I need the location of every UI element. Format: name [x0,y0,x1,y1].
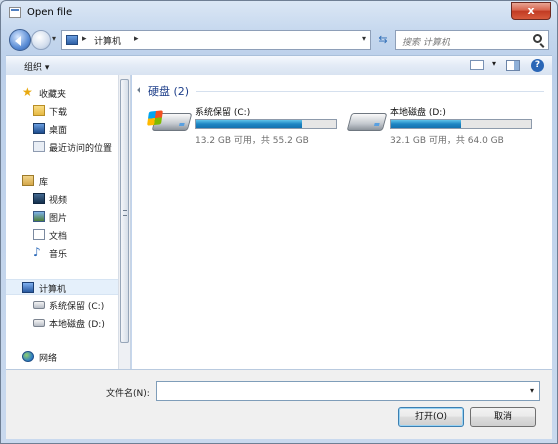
group-divider [196,91,544,92]
preview-pane-icon[interactable] [506,60,520,71]
sidebar-item-documents[interactable]: 文档 [6,227,118,243]
sidebar-item-recent-places[interactable]: 最近访问的位置 [6,139,118,155]
back-button[interactable] [9,29,31,51]
organize-menu[interactable]: 组织 ▾ [24,60,49,73]
sidebar-item-drive-c[interactable]: 系统保留 (C:) [6,297,118,313]
sidebar-item-label: 最近访问的位置 [49,144,113,154]
view-dropdown-icon[interactable]: ▾ [492,59,496,68]
libraries-icon [22,175,34,186]
drive-name: 系统保留 (C:) [195,108,251,118]
refresh-button[interactable]: ⇆ [373,30,393,50]
sidebar-item-favorites[interactable]: ★ 收藏夹 [6,85,118,101]
window-title: Open file [27,7,73,18]
change-view-icon[interactable] [470,60,484,70]
cancel-button[interactable]: 取消 [470,407,536,427]
drive-usage-bar [390,119,532,129]
navigation-bar: ▾ ▸ 计算机 ▸ ▾ ⇆ 搜索 计算机 [1,25,557,53]
sidebar-item-label: 下载 [49,108,68,118]
sidebar-item-libraries[interactable]: 库 [6,173,118,189]
sidebar-item-label: 计算机 [39,285,67,295]
star-icon: ★ [22,85,33,99]
sidebar-item-videos[interactable]: 视频 [6,191,118,207]
recent-places-icon [33,141,45,152]
open-file-dialog: Open file x ▾ ▸ 计算机 ▸ ▾ ⇆ 搜索 计算机 组织 ▾ ▾ … [0,0,558,444]
hard-drive-icon [346,113,388,131]
drive-icon [33,301,45,309]
sidebar-item-label: 系统保留 (C:) [49,302,105,312]
recent-pages-dropdown[interactable]: ▾ [52,34,56,43]
computer-icon [66,35,78,45]
drive-usage-bar [195,119,337,129]
sidebar-item-music[interactable]: ♪ 音乐 [6,245,118,261]
sidebar-item-computer[interactable]: 计算机 [6,279,118,295]
grip-icon [123,210,127,216]
sidebar-item-pictures[interactable]: 图片 [6,209,118,225]
filename-dropdown-icon[interactable]: ▾ [530,386,534,395]
filename-label: 文件名(N): [106,389,150,399]
drive-tile-d[interactable]: 本地磁盘 (D:) 32.1 GB 可用，共 64.0 GB [335,103,532,147]
help-icon[interactable]: ? [531,59,544,72]
network-icon [22,351,34,362]
sidebar-item-label: 视频 [49,196,68,206]
file-list: 硬盘 (2) 系统保留 (C:) 13.2 GB 可用，共 55.2 GB 本地… [132,75,552,369]
navigation-pane: ★ 收藏夹 下载 桌面 最近访问的位置 库 视频 图片 文档 ♪ 音乐 计算机 … [6,75,131,369]
command-bar: 组织 ▾ ▾ ? [6,55,552,75]
sidebar-item-label: 收藏夹 [39,90,67,100]
address-dropdown-icon[interactable]: ▾ [362,34,366,43]
drive-space-info: 32.1 GB 可用，共 64.0 GB [390,136,504,146]
desktop-icon [33,123,45,134]
sidebar-item-label: 库 [39,178,49,188]
search-box[interactable]: 搜索 计算机 [395,30,549,50]
sidebar-item-drive-d[interactable]: 本地磁盘 (D:) [6,315,118,331]
drive-tile-c[interactable]: 系统保留 (C:) 13.2 GB 可用，共 55.2 GB [140,103,337,147]
sidebar-item-label: 文档 [49,232,68,242]
sidebar-item-label: 桌面 [49,126,68,136]
sidebar-scrollbar[interactable] [118,75,130,369]
drive-space-info: 13.2 GB 可用，共 55.2 GB [195,136,309,146]
video-library-icon [33,193,45,204]
search-input[interactable]: 搜索 计算机 [402,35,450,48]
scrollbar-thumb[interactable] [120,79,129,343]
search-icon[interactable] [533,34,542,43]
pictures-library-icon [33,211,45,222]
collapse-group-icon[interactable] [137,87,143,93]
drive-usage-fill [391,120,461,128]
close-button[interactable]: x [511,2,551,20]
sidebar-item-label: 本地磁盘 (D:) [49,320,105,330]
filename-field[interactable]: ▾ [156,381,540,401]
window-icon [9,7,21,18]
drive-name: 本地磁盘 (D:) [390,108,446,118]
music-library-icon: ♪ [33,245,41,259]
forward-button[interactable] [31,30,51,50]
dialog-footer: 文件名(N): ▾ 打开(O) 取消 [6,369,552,439]
address-bar[interactable]: ▸ 计算机 ▸ ▾ [61,30,371,50]
sidebar-item-desktop[interactable]: 桌面 [6,121,118,137]
group-header[interactable]: 硬盘 (2) [148,83,189,99]
computer-icon [22,282,34,293]
sidebar-item-downloads[interactable]: 下载 [6,103,118,119]
breadcrumb-chevron-icon[interactable]: ▸ [134,34,139,44]
sidebar-item-label: 图片 [49,214,68,224]
open-button[interactable]: 打开(O) [398,407,464,427]
title-bar: Open file x [1,1,557,25]
drive-usage-fill [196,120,303,128]
drive-icon [33,319,45,327]
download-folder-icon [33,105,45,116]
breadcrumb-computer[interactable]: 计算机 [94,34,121,47]
documents-library-icon [33,229,45,240]
sidebar-item-label: 音乐 [49,250,68,260]
sidebar-item-label: 网络 [39,354,58,364]
sidebar-item-network[interactable]: 网络 [6,349,118,365]
windows-logo-icon [147,110,163,126]
breadcrumb-chevron-icon[interactable]: ▸ [82,34,87,44]
